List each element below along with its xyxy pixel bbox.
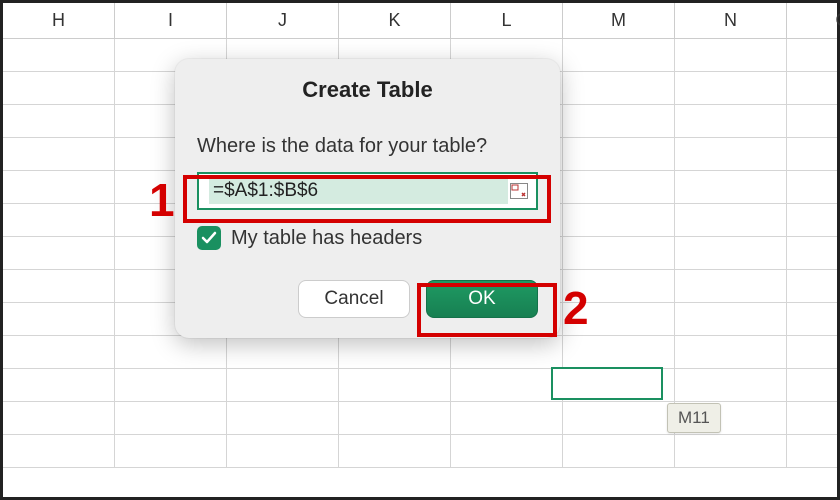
cell[interactable] [563, 105, 675, 137]
cell[interactable] [563, 237, 675, 269]
cell[interactable] [675, 72, 787, 104]
cell[interactable] [787, 39, 840, 71]
cell[interactable] [675, 237, 787, 269]
cell[interactable] [675, 369, 787, 401]
app-frame: H I J K L M N O M11 Create Table [0, 0, 840, 500]
annotation-step-1: 1 [149, 173, 175, 227]
table-row [3, 369, 837, 402]
cell[interactable] [227, 402, 339, 434]
cell[interactable] [115, 435, 227, 467]
cell[interactable] [227, 435, 339, 467]
cell[interactable] [563, 402, 675, 434]
cell[interactable] [3, 171, 115, 203]
headers-checkbox[interactable] [197, 226, 221, 250]
cell[interactable] [675, 204, 787, 236]
cell[interactable] [787, 171, 840, 203]
headers-checkbox-label: My table has headers [231, 227, 422, 250]
cell[interactable] [339, 402, 451, 434]
cell[interactable] [3, 138, 115, 170]
cell[interactable] [787, 204, 840, 236]
cell[interactable] [787, 72, 840, 104]
cell[interactable] [675, 270, 787, 302]
cell[interactable] [787, 237, 840, 269]
column-header-row: H I J K L M N O [3, 3, 837, 39]
cancel-button[interactable]: Cancel [298, 280, 410, 318]
cell[interactable] [675, 336, 787, 368]
range-field[interactable] [197, 172, 538, 210]
cell[interactable] [115, 402, 227, 434]
cell[interactable] [451, 336, 563, 368]
cell-reference-tooltip: M11 [667, 403, 721, 433]
cell[interactable] [787, 336, 840, 368]
cell[interactable] [675, 39, 787, 71]
cell[interactable] [451, 402, 563, 434]
cell[interactable] [227, 369, 339, 401]
cell[interactable] [563, 336, 675, 368]
column-header[interactable]: M [563, 3, 675, 38]
cell[interactable] [787, 270, 840, 302]
dialog-button-row: Cancel OK [197, 280, 538, 318]
ok-button[interactable]: OK [426, 280, 538, 318]
selected-cell-outline [551, 367, 663, 400]
table-row [3, 435, 837, 468]
cell[interactable] [3, 402, 115, 434]
column-header[interactable]: I [115, 3, 227, 38]
cell[interactable] [227, 336, 339, 368]
cell[interactable] [451, 369, 563, 401]
cell[interactable] [3, 105, 115, 137]
cell[interactable] [563, 39, 675, 71]
column-header[interactable]: J [227, 3, 339, 38]
cell[interactable] [3, 369, 115, 401]
annotation-step-2: 2 [563, 281, 589, 335]
table-row [3, 336, 837, 369]
cell[interactable] [563, 171, 675, 203]
cell[interactable] [339, 435, 451, 467]
column-header[interactable]: N [675, 3, 787, 38]
cell[interactable] [787, 303, 840, 335]
column-header[interactable]: O [787, 3, 840, 38]
cell[interactable] [787, 435, 840, 467]
column-header[interactable]: L [451, 3, 563, 38]
cell[interactable] [563, 435, 675, 467]
create-table-dialog: Create Table Where is the data for your … [175, 59, 560, 338]
cell[interactable] [563, 204, 675, 236]
cell[interactable] [3, 204, 115, 236]
cell[interactable] [787, 138, 840, 170]
headers-checkbox-row[interactable]: My table has headers [197, 226, 538, 250]
cell[interactable] [787, 402, 840, 434]
cell[interactable] [3, 237, 115, 269]
cell[interactable] [675, 138, 787, 170]
cell[interactable] [3, 435, 115, 467]
range-picker-icon[interactable] [508, 181, 530, 201]
cell[interactable] [675, 171, 787, 203]
cell[interactable] [339, 336, 451, 368]
cell[interactable] [3, 39, 115, 71]
cell[interactable] [787, 369, 840, 401]
cell[interactable] [3, 303, 115, 335]
dialog-title: Create Table [197, 77, 538, 103]
cell[interactable] [675, 435, 787, 467]
cell[interactable] [3, 270, 115, 302]
cell[interactable] [563, 72, 675, 104]
cell[interactable] [115, 336, 227, 368]
range-input[interactable] [209, 178, 508, 204]
cell[interactable] [563, 138, 675, 170]
cell[interactable] [3, 72, 115, 104]
cell[interactable] [675, 105, 787, 137]
cell[interactable] [339, 369, 451, 401]
cell[interactable] [451, 435, 563, 467]
cell[interactable] [3, 336, 115, 368]
column-header[interactable]: K [339, 3, 451, 38]
cell[interactable] [115, 369, 227, 401]
column-header[interactable]: H [3, 3, 115, 38]
cell[interactable] [787, 105, 840, 137]
dialog-prompt: Where is the data for your table? [197, 135, 538, 158]
cell[interactable] [675, 303, 787, 335]
